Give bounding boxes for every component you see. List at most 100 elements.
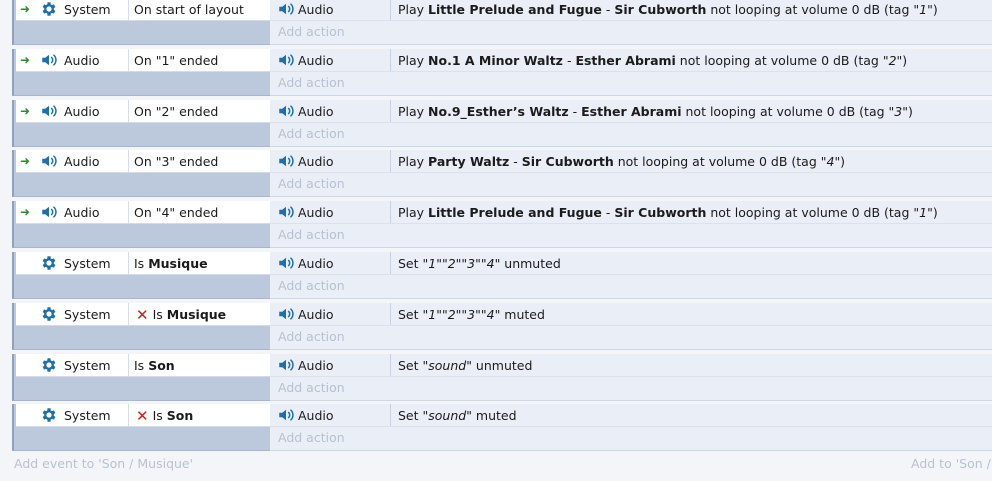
actions-area[interactable]: Audio Play Little Prelude and Fugue - Sir… xyxy=(270,0,992,45)
condition-text[interactable]: On "3" ended xyxy=(134,154,218,169)
add-action-link[interactable]: Add action xyxy=(278,126,345,141)
event-block[interactable]: System ✕ Is Musique Audio Set "1""2""3""4" m… xyxy=(12,303,992,351)
text-run: On "4" ended xyxy=(134,205,219,220)
action-row[interactable]: Audio Set "sound" unmuted xyxy=(270,354,992,377)
action-text[interactable]: Set "1""2""3""4" muted xyxy=(398,307,545,322)
text-run: - xyxy=(509,154,522,169)
text-run: Son xyxy=(166,408,194,423)
text-run: Esther Abrami xyxy=(575,53,676,68)
action-row[interactable]: Audio Play Party Waltz - Sir Cubworth not… xyxy=(270,150,992,173)
event-block[interactable]: System ✕ Is Son Audio Set "sound" muted Add a… xyxy=(12,404,992,452)
action-row[interactable]: Audio Play Little Prelude and Fugue - Sir… xyxy=(270,0,992,21)
condition-row[interactable]: ➜ System On start of layout xyxy=(16,0,272,21)
event-block[interactable]: System Is Son Audio Set "sound" unmuted Add … xyxy=(12,354,992,402)
conditions-area[interactable]: ➜ Audio On "2" ended xyxy=(12,100,272,147)
action-text[interactable]: Play Little Prelude and Fugue - Sir Cubw… xyxy=(398,2,938,17)
action-text[interactable]: Play Little Prelude and Fugue - Sir Cubw… xyxy=(398,205,938,220)
event-block[interactable]: ➜ Audio On "2" ended Audio Play No.9_Esther’… xyxy=(12,100,992,148)
add-action-link[interactable]: Add action xyxy=(278,176,345,191)
action-text[interactable]: Play Party Waltz - Sir Cubworth not loop… xyxy=(398,154,845,169)
action-text[interactable]: Set "sound" unmuted xyxy=(398,358,532,373)
condition-text[interactable]: On start of layout xyxy=(134,2,244,17)
actions-area[interactable]: Audio Set "sound" unmuted Add action xyxy=(270,354,992,401)
condition-object-name: System xyxy=(64,408,111,423)
conditions-area[interactable]: System Is Son xyxy=(12,354,272,401)
event-block[interactable]: ➜ Audio On "1" ended Audio Play No.1 A Minor… xyxy=(12,49,992,97)
speaker-icon xyxy=(277,0,295,18)
conditions-area[interactable]: ➜ Audio On "1" ended xyxy=(12,49,272,96)
trigger-arrow-icon: ➜ xyxy=(20,154,31,168)
condition-text[interactable]: Is Musique xyxy=(134,256,208,271)
action-row[interactable]: Audio Set "1""2""3""4" muted xyxy=(270,303,992,326)
text-run: On "2" ended xyxy=(134,104,219,119)
text-run: "" xyxy=(436,256,448,271)
add-action-link[interactable]: Add action xyxy=(278,24,345,39)
condition-row[interactable]: ➜ Audio On "3" ended xyxy=(16,150,272,173)
conditions-area[interactable]: System ✕ Is Musique xyxy=(12,303,272,350)
condition-row[interactable]: System Is Son xyxy=(16,354,272,377)
action-row[interactable]: Audio Play Little Prelude and Fugue - Sir… xyxy=(270,201,992,224)
condition-row[interactable]: System ✕ Is Son xyxy=(16,404,272,427)
invert-x-icon: ✕ xyxy=(136,306,149,324)
speaker-icon xyxy=(40,102,58,120)
event-block[interactable]: ➜ Audio On "4" ended Audio Play Little Prelu… xyxy=(12,201,992,249)
column-divider xyxy=(128,0,129,20)
conditions-area[interactable]: System Is Musique xyxy=(12,252,272,299)
event-block[interactable]: ➜ Audio On "3" ended Audio Play Party Waltz … xyxy=(12,150,992,198)
condition-object-name: Audio xyxy=(64,53,100,68)
text-run: 2 xyxy=(447,307,456,322)
action-text[interactable]: Set "1""2""3""4" unmuted xyxy=(398,256,561,271)
condition-text[interactable]: ✕ Is Musique xyxy=(134,306,227,324)
actions-area[interactable]: Audio Play Party Waltz - Sir Cubworth not… xyxy=(270,150,992,197)
conditions-area[interactable]: ➜ Audio On "3" ended xyxy=(12,150,272,197)
action-row[interactable]: Audio Play No.1 A Minor Waltz - Esther Ab… xyxy=(270,49,992,72)
action-text[interactable]: Set "sound" muted xyxy=(398,408,517,423)
condition-object-name: Audio xyxy=(64,154,100,169)
add-event-link[interactable]: Add event to 'Son / Musique' xyxy=(14,456,193,471)
action-object-name: Audio xyxy=(298,408,334,423)
condition-text[interactable]: On "1" ended xyxy=(134,53,218,68)
conditions-area[interactable]: ➜ Audio On "4" ended xyxy=(12,201,272,248)
action-row[interactable]: Audio Set "sound" muted xyxy=(270,404,992,427)
conditions-area[interactable]: ➜ System On start of layout xyxy=(12,0,272,45)
text-run: Little Prelude and Fugue xyxy=(428,2,602,17)
column-divider xyxy=(128,201,129,223)
add-action-link[interactable]: Add action xyxy=(278,278,345,293)
event-block[interactable]: ➜ System On start of layout Audio Play Littl… xyxy=(12,0,992,46)
action-row[interactable]: Audio Play No.9_Esther’s Waltz - Esther A… xyxy=(270,100,992,123)
add-to-link[interactable]: Add to 'Son / xyxy=(911,456,991,471)
text-run: 1 xyxy=(919,205,928,220)
add-action-link[interactable]: Add action xyxy=(278,75,345,90)
action-row[interactable]: Audio Set "1""2""3""4" unmuted xyxy=(270,252,992,275)
column-divider xyxy=(128,252,129,274)
add-action-link[interactable]: Add action xyxy=(278,227,345,242)
text-run: Musique xyxy=(166,307,227,322)
actions-area[interactable]: Audio Set "1""2""3""4" muted Add action xyxy=(270,303,992,350)
actions-area[interactable]: Audio Play No.9_Esther’s Waltz - Esther A… xyxy=(270,100,992,147)
add-action-link[interactable]: Add action xyxy=(278,430,345,445)
action-text[interactable]: Play No.9_Esther’s Waltz - Esther Abrami… xyxy=(398,104,913,119)
text-run: Musique xyxy=(148,256,208,271)
condition-row[interactable]: System Is Musique xyxy=(16,252,272,275)
actions-area[interactable]: Audio Play No.1 A Minor Waltz - Esther Ab… xyxy=(270,49,992,96)
actions-area[interactable]: Audio Set "sound" muted Add action xyxy=(270,404,992,451)
action-text[interactable]: Play No.1 A Minor Waltz - Esther Abrami … xyxy=(398,53,907,68)
condition-text[interactable]: On "2" ended xyxy=(134,104,218,119)
condition-row[interactable]: ➜ Audio On "2" ended xyxy=(16,100,272,123)
condition-text[interactable]: ✕ Is Son xyxy=(134,408,194,424)
actions-area[interactable]: Audio Set "1""2""3""4" unmuted Add action xyxy=(270,252,992,299)
add-action-link[interactable]: Add action xyxy=(278,329,345,344)
condition-text[interactable]: On "4" ended xyxy=(134,205,218,220)
condition-object-name: System xyxy=(64,358,111,373)
text-run: "" xyxy=(455,256,468,271)
event-block[interactable]: System Is Musique Audio Set "1""2""3""4" un… xyxy=(12,252,992,300)
text-run: Is xyxy=(152,408,167,423)
condition-row[interactable]: ➜ Audio On "1" ended xyxy=(16,49,272,72)
conditions-area[interactable]: System ✕ Is Son xyxy=(12,404,272,451)
condition-text[interactable]: Is Son xyxy=(134,358,175,373)
actions-area[interactable]: Audio Play Little Prelude and Fugue - Sir… xyxy=(270,201,992,248)
condition-row[interactable]: System ✕ Is Musique xyxy=(16,303,272,326)
add-action-link[interactable]: Add action xyxy=(278,380,345,395)
text-run: not looping at volume 0 dB (tag " xyxy=(675,53,889,68)
condition-row[interactable]: ➜ Audio On "4" ended xyxy=(16,201,272,224)
